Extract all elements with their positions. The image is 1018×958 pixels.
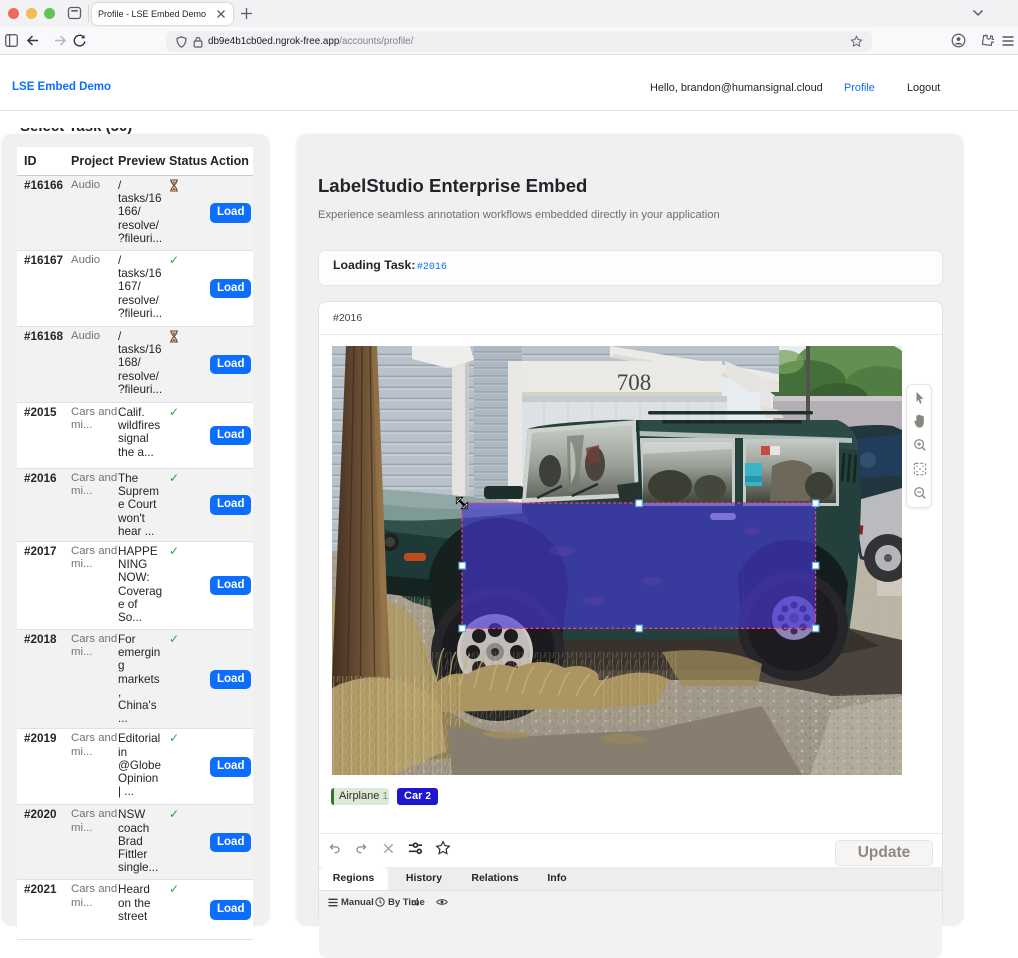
svg-text:708: 708 [617, 370, 652, 395]
